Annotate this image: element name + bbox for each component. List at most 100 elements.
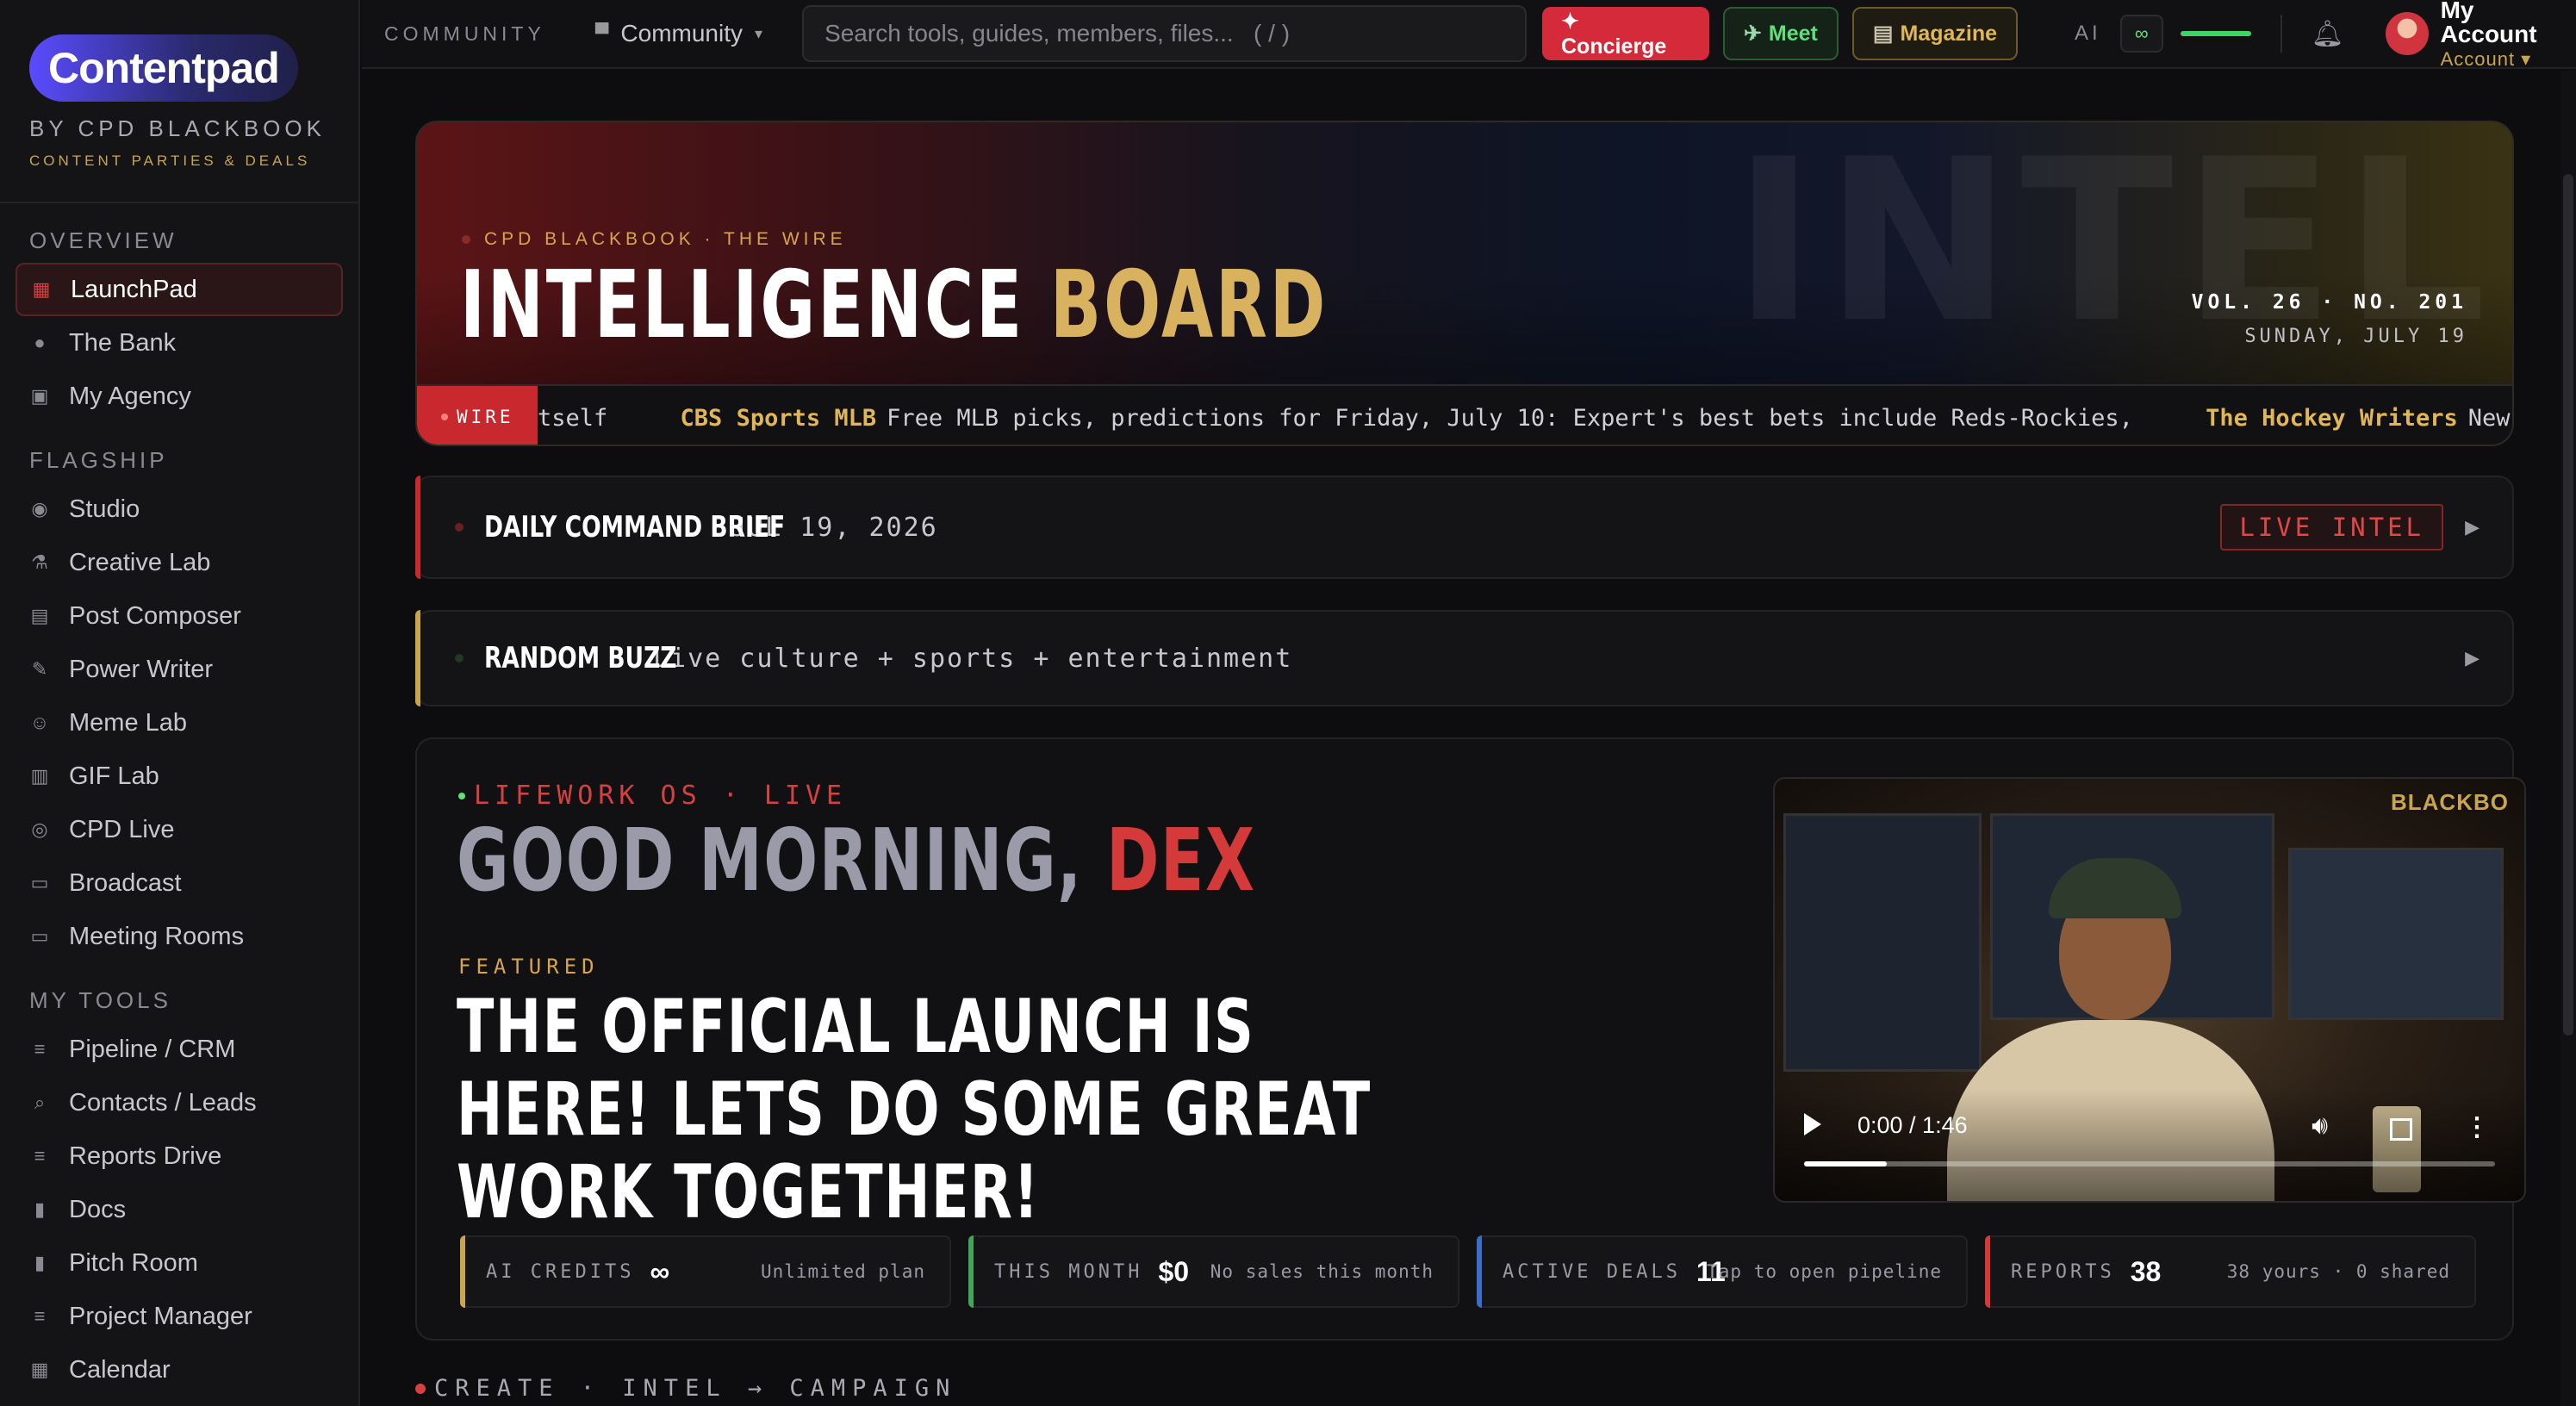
sidebar-item-post-composer[interactable]: ▤ Post Composer [0, 589, 358, 643]
panel-kicker: LIFEWORK OS · LIVE [458, 781, 847, 811]
sidebar: Contentpad BY CPD BLACKBOOK CONTENT PART… [0, 0, 360, 1406]
hero-date: SUNDAY, JULY 19 [2244, 326, 2467, 347]
stat-note: No sales this month [1210, 1261, 1434, 1282]
sidebar-item-studio[interactable]: ◉ Studio [0, 482, 358, 536]
sidebar-item-label: Studio [69, 495, 140, 523]
featured-video[interactable]: BLACKBO 0:00 / 1:46 🔊︎ ⋮ [1773, 777, 2526, 1203]
sidebar-item-creative-lab[interactable]: ⚗ Creative Lab [0, 536, 358, 589]
hero-title-primary: INTELLIGENCE [460, 252, 1024, 359]
hero-title: INTELLIGENCE BOARD [460, 252, 1328, 359]
featured-label: FEATURED [458, 955, 600, 979]
brand-tagline: CONTENT PARTIES & DEALS [29, 152, 311, 169]
sidebar-item-project-manager[interactable]: ≡ Project Manager [0, 1290, 358, 1343]
doc-icon: ▮ [34, 1198, 46, 1220]
sidebar-item-label: Pitch Room [69, 1248, 198, 1277]
sidebar-item-the-bank[interactable]: ● The Bank [0, 316, 358, 370]
fullscreen-icon[interactable] [2390, 1118, 2412, 1141]
stat-this-month[interactable]: THIS MONTH $0 No sales this month [968, 1235, 1459, 1308]
chevron-down-icon: ▾ [755, 24, 763, 42]
stat-accent [1985, 1235, 1990, 1308]
sidebar-item-docs[interactable]: ▮ Docs [0, 1183, 358, 1236]
newspaper-icon: ▤ [1872, 22, 1894, 46]
magazine-button[interactable]: ▤ Magazine [1851, 7, 2019, 60]
search-input[interactable] [802, 5, 1527, 62]
topbar: COMMUNITY ▀ Community ▾ ✦ Concierge ✈ Me… [362, 0, 2576, 69]
stat-value: 38 [2130, 1255, 2162, 1287]
ticker-source[interactable]: CBS Sports MLB [681, 405, 877, 432]
sidebar-item-label: GIF Lab [69, 762, 159, 790]
sidebar-item-contacts-leads[interactable]: ⌕ Contacts / Leads [0, 1076, 358, 1129]
stat-reports[interactable]: REPORTS 38 38 yours · 0 shared [1985, 1235, 2476, 1308]
stat-label: ACTIVE DEALS [1503, 1260, 1681, 1283]
sidebar-item-label: Reports Drive [69, 1142, 222, 1170]
lines-icon: ≡ [34, 1038, 46, 1060]
search-icon: ⌕ [34, 1092, 46, 1113]
sidebar-item-label: My Agency [69, 382, 191, 410]
video-icon: ▭ [30, 925, 49, 947]
sidebar-item-pitch-room[interactable]: ▮ Pitch Room [0, 1236, 358, 1290]
random-buzz[interactable]: RANDOM BUZZ Live culture + sports + ente… [415, 610, 2514, 706]
stat-active-deals[interactable]: ACTIVE DEALS 11 Tap to open pipeline [1477, 1235, 1968, 1308]
chevron-right-icon: ▶ [2465, 516, 2480, 538]
more-options-icon[interactable]: ⋮ [2464, 1112, 2490, 1142]
sidebar-item-label: Creative Lab [69, 548, 211, 576]
sidebar-item-label: Post Composer [69, 601, 241, 630]
avatar[interactable] [2385, 12, 2429, 55]
sidebar-item-cpd-live[interactable]: ◎ CPD Live [0, 803, 358, 856]
greeting-text: GOOD MORNING, [457, 810, 1083, 911]
brief-accent [415, 476, 420, 579]
ticker-text[interactable]: New York Ranger [2468, 405, 2512, 432]
broadcast-icon: ◎ [31, 818, 48, 840]
ai-credits-badge[interactable]: ∞ [2119, 15, 2163, 53]
scrollbar-thumb[interactable] [2563, 174, 2573, 1036]
buzz-title: RANDOM BUZZ [484, 641, 677, 675]
logo[interactable]: Contentpad [29, 34, 298, 102]
stat-label: REPORTS [2011, 1260, 2115, 1283]
sidebar-item-calendar[interactable]: ▦ Calendar [0, 1343, 358, 1397]
brief-title: DAILY COMMAND BRIEF [484, 510, 786, 544]
sidebar-item-meeting-rooms[interactable]: ▭ Meeting Rooms [0, 910, 358, 963]
scrollbar[interactable] [2560, 71, 2576, 1406]
play-icon[interactable] [1804, 1113, 1821, 1135]
calendar-icon: ▦ [30, 1359, 49, 1380]
sidebar-item-my-agency[interactable]: ▣ My Agency [0, 370, 358, 423]
stat-ai-credits[interactable]: AI CREDITS ∞ Unlimited plan [460, 1235, 951, 1308]
smile-icon: ☺ [29, 712, 50, 733]
ticker-text[interactable]: Free MLB picks, predictions for Friday, … [887, 405, 2133, 432]
volume-icon[interactable]: 🔊︎ [2312, 1111, 2328, 1141]
sidebar-item-broadcast[interactable]: ▭ Broadcast [0, 856, 358, 910]
video-progress-track[interactable] [1804, 1161, 2495, 1166]
sidebar-item-power-writer[interactable]: ✎ Power Writer [0, 643, 358, 696]
lifework-panel: LIFEWORK OS · LIVE GOOD MORNING, DEX FEA… [415, 737, 2526, 1341]
wire-ticker[interactable]: WIRE tself CBS Sports MLB Free MLB picks,… [417, 384, 2512, 445]
sidebar-item-gif-lab[interactable]: ▥ GIF Lab [0, 750, 358, 803]
create-dot [415, 1383, 426, 1394]
nav-section-flagship: FLAGSHIP [29, 447, 168, 473]
info-icon: ● [34, 332, 46, 353]
meet-button[interactable]: ✈ Meet [1722, 7, 1839, 60]
account-menu[interactable]: My Account Account ▾ [2441, 0, 2576, 69]
sidebar-item-label: Calendar [69, 1355, 171, 1384]
stat-note: Unlimited plan [760, 1261, 925, 1282]
sidebar-item-label: Project Manager [69, 1302, 252, 1330]
buzz-accent [415, 610, 420, 706]
greeting-name: DEX [1106, 810, 1256, 911]
bell-icon[interactable]: 🔔︎ [2312, 19, 2344, 49]
sidebar-item-meme-lab[interactable]: ☺ Meme Lab [0, 696, 358, 750]
ticker-source[interactable]: The Hockey Writers [2206, 405, 2458, 432]
stat-accent [1477, 1235, 1482, 1308]
buzz-subtitle: Live culture + sports + entertainment [653, 643, 1293, 674]
sidebar-item-launchpad[interactable]: ▦ LaunchPad [16, 263, 343, 316]
hero-kicker: CPD BLACKBOOK · THE WIRE [462, 229, 847, 250]
daily-command-brief[interactable]: DAILY COMMAND BRIEF JUL 19, 2026 LIVE IN… [415, 476, 2514, 579]
chevron-right-icon: ▶ [2465, 647, 2480, 669]
concierge-button[interactable]: ✦ Concierge [1542, 7, 1709, 60]
greeting: GOOD MORNING, DEX [457, 810, 1255, 911]
sidebar-item-pipeline-crm[interactable]: ≡ Pipeline / CRM [0, 1023, 358, 1076]
panel-kicker-text: LIFEWORK OS · LIVE [474, 781, 848, 811]
live-intel-badge[interactable]: LIVE INTEL [2220, 504, 2443, 551]
video-controls [1775, 1089, 2524, 1201]
sidebar-item-label: The Bank [69, 328, 177, 357]
sidebar-item-reports-drive[interactable]: ≡ Reports Drive [0, 1129, 358, 1183]
community-select[interactable]: ▀ Community ▾ [595, 20, 762, 47]
